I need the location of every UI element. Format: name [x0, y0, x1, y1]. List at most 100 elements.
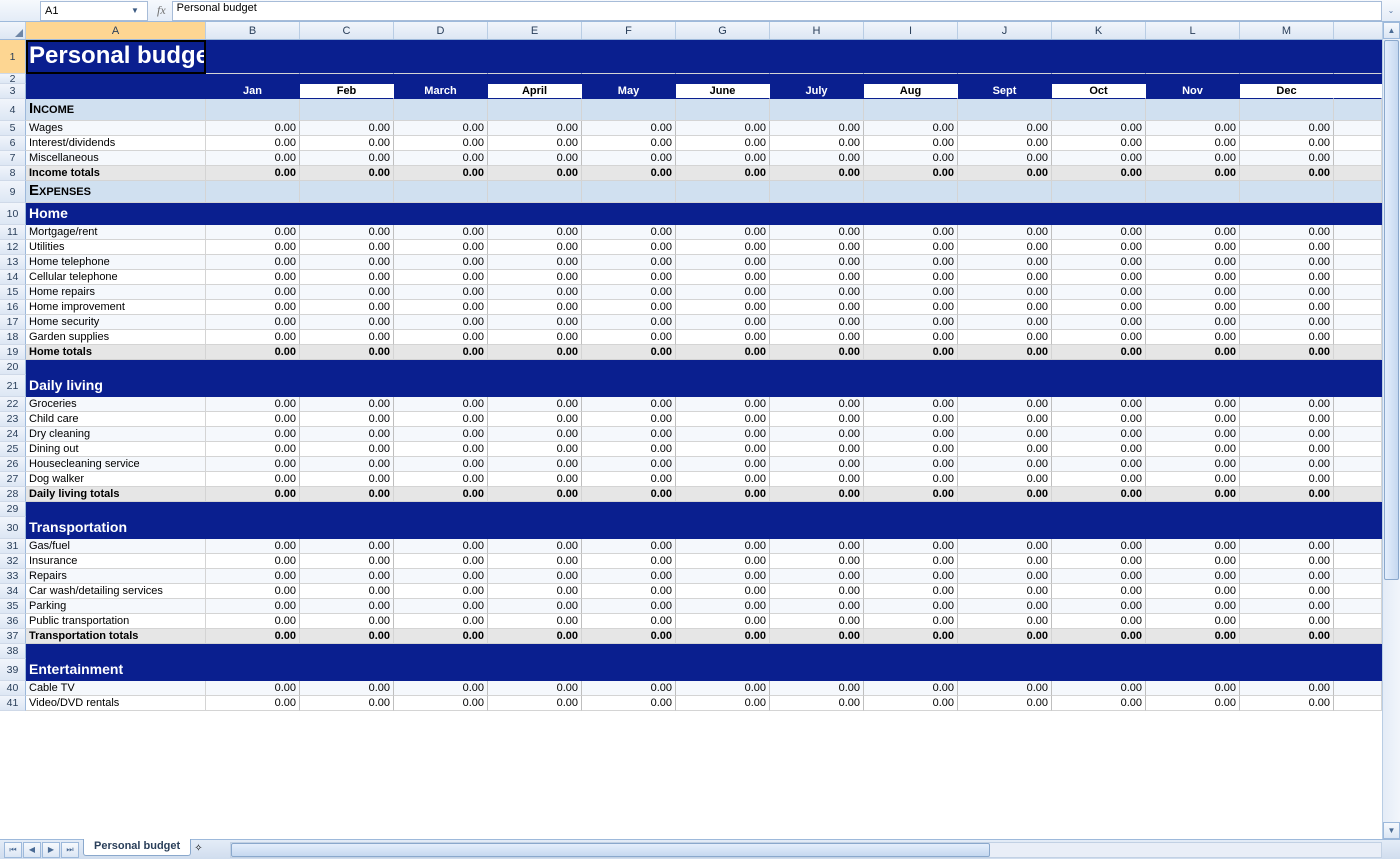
value-cell[interactable]: 0.00 [206, 569, 300, 584]
row-head-28[interactable]: 28 [0, 487, 26, 502]
section-blank[interactable] [394, 99, 488, 121]
value-cell[interactable]: 0.00 [958, 345, 1052, 360]
spacer-cell[interactable] [26, 360, 206, 375]
value-cell[interactable]: 0.00 [1146, 330, 1240, 345]
category-blank[interactable] [864, 659, 958, 681]
section-blank[interactable] [864, 99, 958, 121]
value-cell[interactable]: 0.00 [958, 330, 1052, 345]
row-label[interactable]: Cellular telephone [26, 270, 206, 285]
value-cell[interactable]: 0.00 [864, 614, 958, 629]
row-head-2[interactable]: 2 [0, 74, 26, 84]
value-cell[interactable]: 0.00 [1052, 397, 1146, 412]
value-cell[interactable]: 0.00 [1146, 225, 1240, 240]
spacer-cell[interactable] [488, 360, 582, 375]
spacer-cell[interactable] [26, 644, 206, 659]
value-cell[interactable]: 0.00 [1146, 681, 1240, 696]
value-cell[interactable]: 0.00 [958, 397, 1052, 412]
value-cell[interactable]: 0.00 [1240, 681, 1334, 696]
value-cell[interactable]: 0.00 [864, 696, 958, 711]
value-cell[interactable]: 0.00 [958, 599, 1052, 614]
value-cell[interactable]: 0.00 [1146, 599, 1240, 614]
value-cell[interactable]: 0.00 [676, 300, 770, 315]
value-cell[interactable]: 0.00 [1240, 300, 1334, 315]
value-cell[interactable]: 0.00 [770, 136, 864, 151]
row-head-7[interactable]: 7 [0, 151, 26, 166]
value-cell[interactable]: 0.00 [488, 599, 582, 614]
category-blank[interactable] [1052, 203, 1146, 225]
value-cell[interactable]: 0.00 [206, 136, 300, 151]
spacer-cell[interactable] [394, 502, 488, 517]
row-label[interactable]: Child care [26, 412, 206, 427]
category-blank[interactable] [864, 517, 958, 539]
row-head-30[interactable]: 30 [0, 517, 26, 539]
value-cell[interactable]: 0.00 [864, 136, 958, 151]
row-label[interactable]: Repairs [26, 569, 206, 584]
value-cell[interactable]: 0.00 [300, 614, 394, 629]
value-cell[interactable]: 0.00 [1052, 427, 1146, 442]
value-cell[interactable]: 0.00 [1240, 584, 1334, 599]
col-head-J[interactable]: J [958, 22, 1052, 39]
tab-nav-button[interactable]: ⏮ [4, 842, 22, 858]
value-cell[interactable]: 0.00 [864, 457, 958, 472]
value-cell[interactable]: 0.00 [1240, 285, 1334, 300]
category-Home[interactable]: Home [26, 203, 206, 225]
row-head-12[interactable]: 12 [0, 240, 26, 255]
value-cell[interactable]: 0.00 [206, 330, 300, 345]
value-cell[interactable]: 0.00 [582, 315, 676, 330]
month-Jan[interactable]: Jan [206, 84, 300, 99]
value-cell[interactable]: 0.00 [488, 151, 582, 166]
spacer-cell[interactable] [864, 644, 958, 659]
category-Transportation[interactable]: Transportation [26, 517, 206, 539]
value-cell[interactable]: 0.00 [582, 412, 676, 427]
value-cell[interactable]: 0.00 [676, 539, 770, 554]
value-cell[interactable]: 0.00 [770, 270, 864, 285]
value-cell[interactable]: 0.00 [864, 681, 958, 696]
category-blank[interactable] [582, 375, 676, 397]
col-head-F[interactable]: F [582, 22, 676, 39]
value-cell[interactable]: 0.00 [864, 569, 958, 584]
value-cell[interactable]: 0.00 [394, 457, 488, 472]
value-cell[interactable]: 0.00 [770, 397, 864, 412]
value-cell[interactable]: 0.00 [1240, 315, 1334, 330]
value-cell[interactable]: 0.00 [488, 345, 582, 360]
category-blank[interactable] [958, 203, 1052, 225]
section-Expenses[interactable]: Expenses [26, 181, 206, 203]
spacer-cell[interactable] [300, 644, 394, 659]
row-label[interactable]: Utilities [26, 240, 206, 255]
value-cell[interactable]: 0.00 [676, 614, 770, 629]
value-cell[interactable]: 0.00 [206, 255, 300, 270]
value-cell[interactable]: 0.00 [300, 457, 394, 472]
value-cell[interactable]: 0.00 [864, 539, 958, 554]
value-cell[interactable]: 0.00 [582, 696, 676, 711]
value-cell[interactable]: 0.00 [300, 472, 394, 487]
sheet-tab[interactable]: Personal budget [83, 839, 191, 856]
spacer-cell[interactable] [1240, 644, 1334, 659]
spacer-cell[interactable] [488, 74, 582, 84]
category-blank[interactable] [676, 203, 770, 225]
value-cell[interactable]: 0.00 [1052, 121, 1146, 136]
value-cell[interactable]: 0.00 [300, 554, 394, 569]
value-cell[interactable]: 0.00 [1240, 569, 1334, 584]
value-cell[interactable]: 0.00 [206, 345, 300, 360]
value-cell[interactable]: 0.00 [676, 315, 770, 330]
value-cell[interactable]: 0.00 [864, 240, 958, 255]
col-head-K[interactable]: K [1052, 22, 1146, 39]
value-cell[interactable]: 0.00 [770, 240, 864, 255]
value-cell[interactable]: 0.00 [300, 539, 394, 554]
row-head-32[interactable]: 32 [0, 554, 26, 569]
category-blank[interactable] [488, 203, 582, 225]
value-cell[interactable]: 0.00 [394, 539, 488, 554]
value-cell[interactable]: 0.00 [958, 614, 1052, 629]
col-head-L[interactable]: L [1146, 22, 1240, 39]
row-head-41[interactable]: 41 [0, 696, 26, 711]
value-cell[interactable]: 0.00 [488, 121, 582, 136]
value-cell[interactable]: 0.00 [958, 151, 1052, 166]
value-cell[interactable]: 0.00 [1052, 345, 1146, 360]
value-cell[interactable]: 0.00 [958, 240, 1052, 255]
value-cell[interactable]: 0.00 [1240, 472, 1334, 487]
section-blank[interactable] [1240, 181, 1334, 203]
title-cell[interactable] [300, 40, 394, 74]
total-label[interactable]: Home totals [26, 345, 206, 360]
value-cell[interactable]: 0.00 [582, 554, 676, 569]
value-cell[interactable]: 0.00 [1052, 487, 1146, 502]
